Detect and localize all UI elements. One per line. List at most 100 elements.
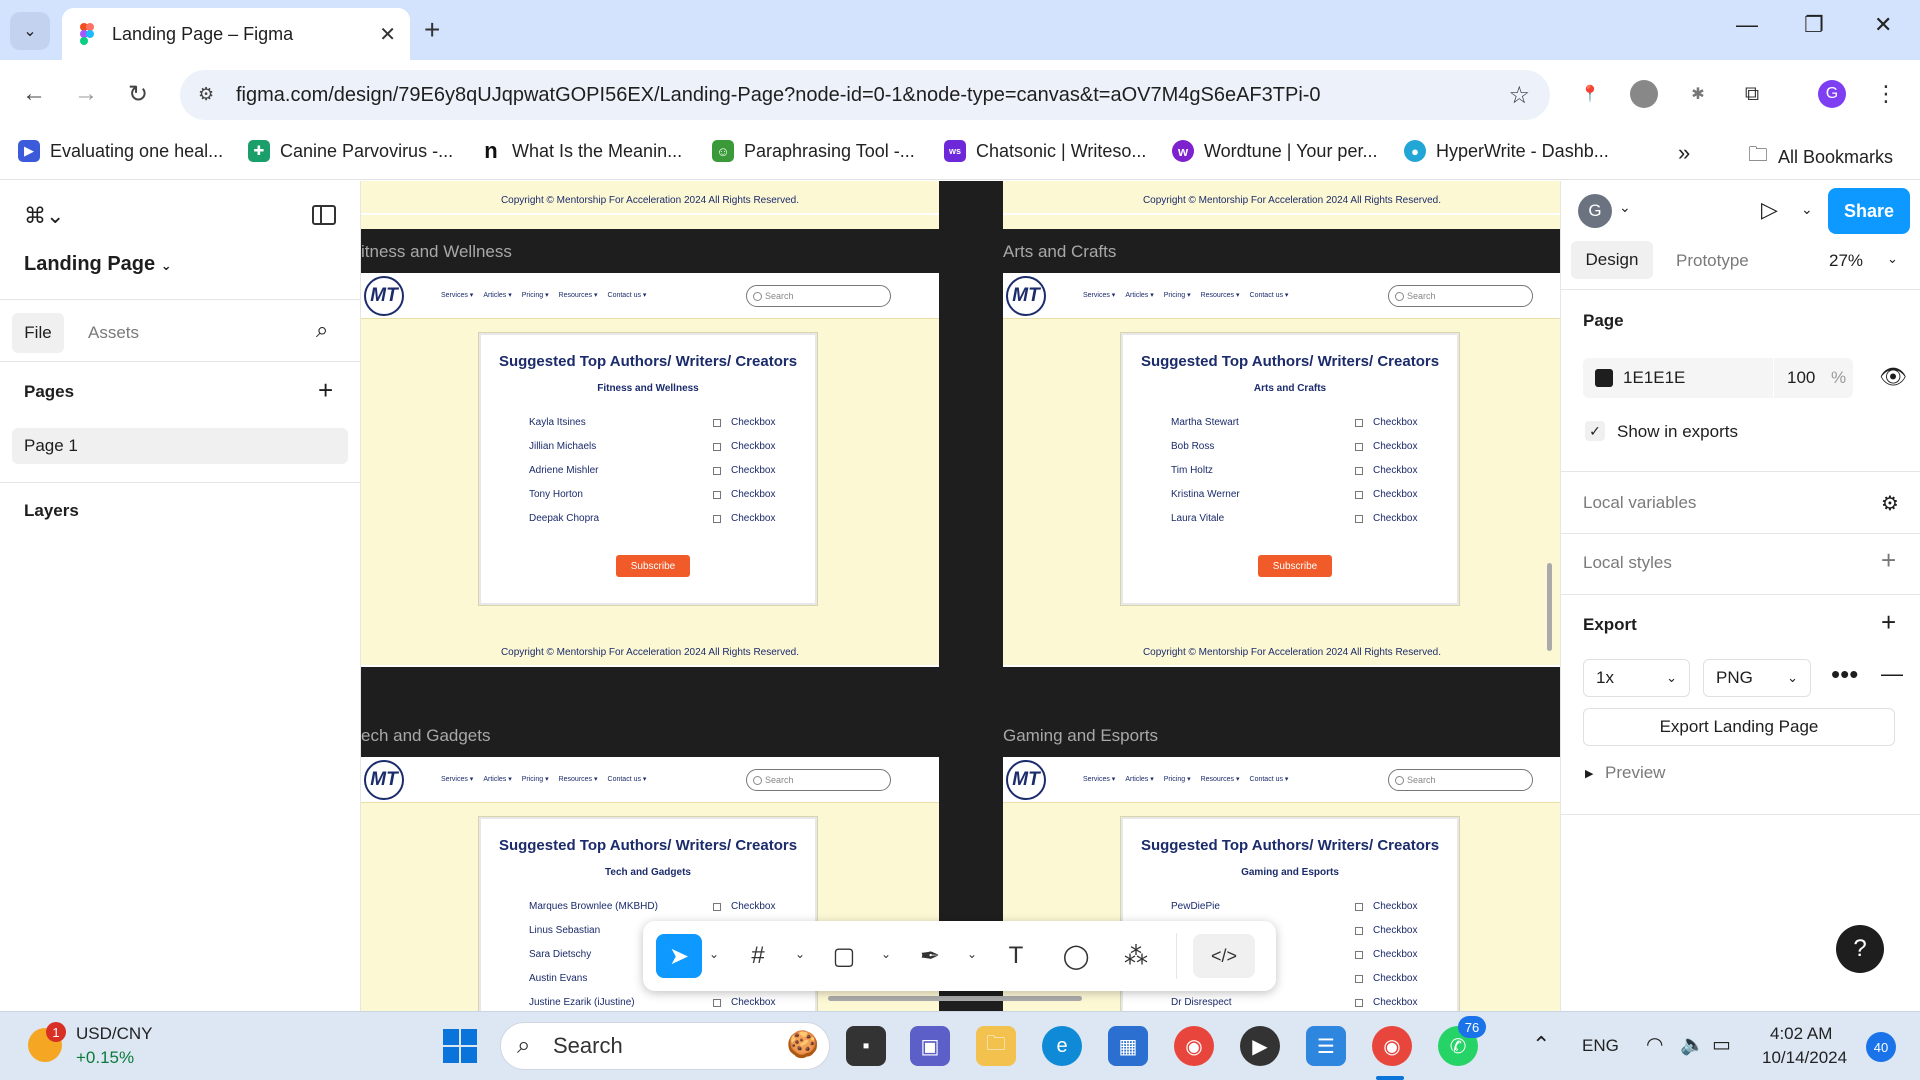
- bookmark-item[interactable]: ✚ Canine Parvovirus -...: [248, 140, 453, 162]
- widget-title[interactable]: USD/CNY: [76, 1024, 153, 1044]
- pen-tool-icon[interactable]: ✒: [907, 934, 953, 978]
- export-scale-select[interactable]: 1x ⌄: [1583, 659, 1690, 697]
- new-tab-icon[interactable]: +: [424, 14, 440, 46]
- bookmark-item[interactable]: ● HyperWrite - Dashb...: [1404, 140, 1609, 162]
- extensions-icon[interactable]: ⧉: [1738, 80, 1766, 108]
- frame-fitness[interactable]: MT Services ▾ Articles ▾ Pricing ▾ Resource…: [361, 273, 939, 667]
- store-icon[interactable]: ▦: [1108, 1026, 1148, 1066]
- page-item[interactable]: Page 1: [12, 428, 348, 464]
- add-page-icon[interactable]: +: [318, 375, 333, 406]
- battery-icon[interactable]: ▭: [1712, 1032, 1731, 1057]
- frame-previous-footer[interactable]: Copyright © Mentorship For Acceleration …: [361, 181, 939, 229]
- bookmark-item[interactable]: ws Chatsonic | Writeso...: [944, 140, 1146, 162]
- bookmark-item[interactable]: w Wordtune | Your per...: [1172, 140, 1377, 162]
- color-hex[interactable]: 1E1E1E: [1623, 368, 1685, 388]
- frame-label[interactable]: Gaming and Esports: [1003, 726, 1158, 746]
- clock-date[interactable]: 10/14/2024: [1762, 1048, 1847, 1068]
- notification-badge[interactable]: 40: [1866, 1032, 1896, 1062]
- language-indicator[interactable]: ENG: [1582, 1036, 1619, 1056]
- color-swatch[interactable]: [1595, 369, 1613, 387]
- frame-label[interactable]: ech and Gadgets: [361, 726, 490, 746]
- comment-tool-icon[interactable]: ◯: [1053, 934, 1099, 978]
- share-button[interactable]: Share: [1828, 188, 1910, 234]
- remove-export-icon[interactable]: —: [1881, 661, 1903, 687]
- resources-tool-icon[interactable]: ⁂: [1113, 934, 1159, 978]
- site-settings-icon[interactable]: ⚙: [198, 84, 214, 105]
- rectangle-tool-icon[interactable]: ▢: [821, 934, 867, 978]
- bookmark-item[interactable]: n What Is the Meanin...: [480, 138, 682, 163]
- add-style-icon[interactable]: +: [1881, 545, 1896, 576]
- frame-previous-footer[interactable]: Copyright © Mentorship For Acceleration …: [1003, 181, 1560, 229]
- media-player-icon[interactable]: ▶: [1240, 1026, 1280, 1066]
- bookmark-item[interactable]: ☺ Paraphrasing Tool -...: [712, 140, 915, 162]
- chrome-profile-icon[interactable]: ◉: [1372, 1026, 1412, 1066]
- variables-settings-icon[interactable]: ⚙: [1881, 491, 1899, 516]
- tab-file[interactable]: File: [12, 313, 64, 353]
- show-in-exports-checkbox[interactable]: ✓: [1585, 421, 1605, 441]
- file-explorer-icon[interactable]: 🗀: [976, 1026, 1016, 1066]
- close-window-icon[interactable]: ✕: [1874, 12, 1892, 38]
- bookmark-star-icon[interactable]: ☆: [1508, 81, 1530, 110]
- app-icon[interactable]: ▪: [846, 1026, 886, 1066]
- frame-tool-icon[interactable]: #: [735, 934, 781, 978]
- figma-menu-icon[interactable]: ⌘⌄: [24, 203, 64, 229]
- local-styles[interactable]: Local styles: [1583, 553, 1672, 573]
- browser-menu-icon[interactable]: ⋮: [1872, 80, 1900, 108]
- user-avatar[interactable]: G: [1578, 194, 1612, 228]
- more-bookmarks-icon[interactable]: »: [1678, 140, 1690, 166]
- volume-icon[interactable]: 🔈: [1680, 1032, 1705, 1057]
- notepad-icon[interactable]: ☰: [1306, 1026, 1346, 1066]
- all-bookmarks[interactable]: 🗀 All Bookmarks: [1748, 140, 1893, 174]
- chevron-down-icon[interactable]: ⌄: [795, 947, 805, 961]
- puzzle-extension-icon[interactable]: ✱: [1684, 80, 1712, 108]
- frame-label[interactable]: Arts and Crafts: [1003, 242, 1116, 262]
- chevron-down-icon[interactable]: ⌄: [1619, 199, 1631, 216]
- help-button[interactable]: ?: [1836, 925, 1884, 973]
- tab-prototype[interactable]: Prototype: [1676, 251, 1749, 271]
- export-format-select[interactable]: PNG ⌄: [1703, 659, 1811, 697]
- minimize-icon[interactable]: —: [1736, 12, 1758, 38]
- profile-avatar[interactable]: G: [1818, 80, 1846, 108]
- tab-search-button[interactable]: ⌄: [10, 12, 50, 50]
- chevron-down-icon[interactable]: ⌄: [881, 947, 891, 961]
- frame-label[interactable]: itness and Wellness: [361, 242, 512, 262]
- vertical-scrollbar[interactable]: [1547, 563, 1552, 651]
- tab-assets[interactable]: Assets: [88, 323, 139, 343]
- bookmark-item[interactable]: ▶ Evaluating one heal...: [18, 140, 223, 162]
- edge-icon[interactable]: e: [1042, 1026, 1082, 1066]
- dev-mode-toggle-icon[interactable]: </>: [1193, 934, 1255, 978]
- globe-extension-icon[interactable]: [1630, 80, 1658, 108]
- move-tool-icon[interactable]: ➤: [656, 934, 702, 978]
- opacity-value[interactable]: 100: [1787, 368, 1815, 388]
- close-tab-icon[interactable]: ✕: [379, 22, 396, 47]
- chevron-down-icon[interactable]: ⌄: [709, 947, 719, 961]
- eye-icon[interactable]: 👁: [1879, 364, 1907, 390]
- local-variables[interactable]: Local variables: [1583, 493, 1696, 513]
- windows-start-icon[interactable]: [440, 1026, 480, 1066]
- file-name-menu[interactable]: Landing Page ⌄: [24, 253, 172, 276]
- horizontal-scrollbar[interactable]: [828, 996, 1082, 1001]
- chrome-icon[interactable]: ◉: [1174, 1026, 1214, 1066]
- expand-triangle-icon[interactable]: ▶: [1585, 767, 1593, 780]
- frame-arts[interactable]: MT Services ▾ Articles ▾ Pricing ▾ Resource…: [1003, 273, 1560, 667]
- canvas[interactable]: Copyright © Mentorship For Acceleration …: [361, 181, 1560, 1011]
- clock-time[interactable]: 4:02 AM: [1770, 1024, 1832, 1044]
- chevron-up-icon[interactable]: ⌃: [1532, 1032, 1550, 1058]
- meet-icon[interactable]: ▣: [910, 1026, 950, 1066]
- back-icon[interactable]: ←: [22, 80, 46, 108]
- export-button[interactable]: Export Landing Page: [1583, 708, 1895, 746]
- zoom-level[interactable]: 27%: [1829, 251, 1863, 271]
- wifi-icon[interactable]: ◠: [1646, 1032, 1663, 1057]
- restore-icon[interactable]: ❐: [1804, 12, 1824, 38]
- omnibox[interactable]: ⚙ figma.com/design/79E6y8qUJqpwatGOPI56E…: [180, 70, 1550, 120]
- text-tool-icon[interactable]: T: [993, 934, 1039, 978]
- more-options-icon[interactable]: •••: [1831, 659, 1858, 690]
- taskbar-search[interactable]: ⌕ Search 🍪: [500, 1022, 830, 1070]
- url-text[interactable]: figma.com/design/79E6y8qUJqpwatGOPI56EX/…: [236, 84, 1321, 107]
- tab-design[interactable]: Design: [1571, 241, 1653, 279]
- reload-icon[interactable]: ↻: [128, 80, 148, 109]
- browser-tab[interactable]: Landing Page – Figma ✕: [62, 8, 410, 60]
- add-export-icon[interactable]: +: [1881, 607, 1896, 638]
- panel-toggle-icon[interactable]: [312, 205, 336, 225]
- preview-toggle[interactable]: Preview: [1605, 763, 1665, 783]
